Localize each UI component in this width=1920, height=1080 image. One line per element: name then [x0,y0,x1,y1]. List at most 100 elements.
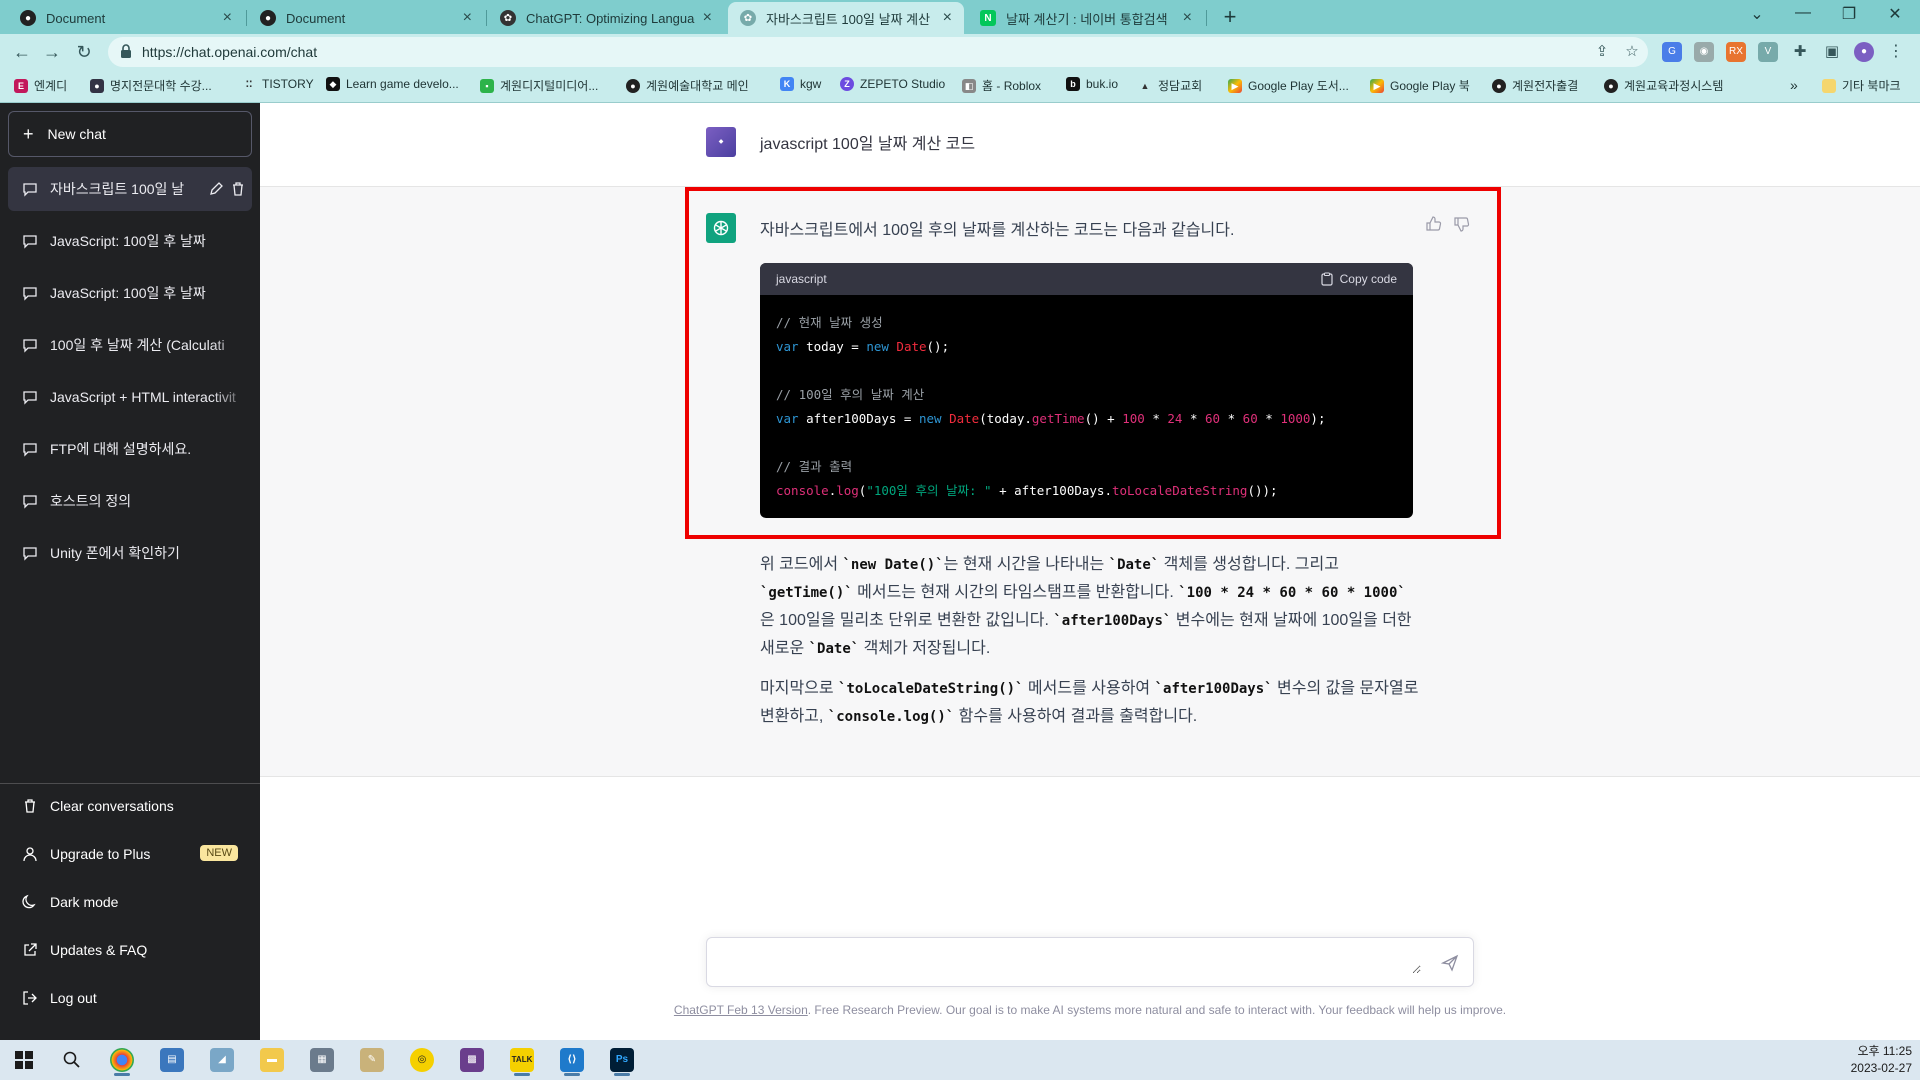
tab-search-icon[interactable]: ⌄ [1734,4,1780,24]
tab-chatgpt-optimizing[interactable]: ✿ ChatGPT: Optimizing Language × [488,2,724,34]
thumbs-down-icon[interactable] [1453,215,1471,233]
puzzle-icon[interactable]: ✚ [1790,42,1810,62]
new-badge: NEW [200,845,238,861]
close-icon[interactable]: × [943,9,952,27]
log-out-button[interactable]: Log out [8,976,252,1020]
sidebar-conversation-active[interactable]: 자바스크립트 100일 날 [8,167,252,211]
taskbar-app[interactable]: ◎ [402,1044,442,1076]
taskbar-app[interactable]: ▦ [302,1044,342,1076]
upgrade-to-plus-button[interactable]: Upgrade to Plus NEW [8,832,252,876]
sidebar-conversation[interactable]: JavaScript + HTML interactivit [8,375,252,419]
taskbar-search-button[interactable] [52,1044,92,1076]
sidebar-conversation[interactable]: 호스트의 정의 [8,479,252,523]
bookmark-item[interactable]: ▪ 계원디지털미디어... [480,77,598,94]
bookmark-icon: ▲ [1140,80,1150,91]
bookmark-item[interactable]: ● 계원전자출결 [1492,77,1578,94]
taskbar-app[interactable]: Ps [602,1044,642,1076]
version-link[interactable]: ChatGPT Feb 13 Version [674,1003,808,1017]
message-input[interactable] [721,950,1421,974]
sidebar-conversation[interactable]: FTP에 대해 설명하세요. [8,427,252,471]
minimize-button[interactable]: — [1780,4,1826,22]
close-icon[interactable]: × [703,9,712,27]
user-icon [23,847,37,862]
bookmark-icon: ● [90,78,104,93]
code-line: // 현재 날짜 생성 [776,315,883,330]
clear-conversations-button[interactable]: Clear conversations [8,784,252,828]
bookmark-item[interactable]: ● 계원교육과정시스템 [1604,77,1723,94]
tab-active-javascript[interactable]: ✿ 자바스크립트 100일 날짜 계산 × [728,2,964,34]
bookmark-item[interactable]: ● 계원예술대학교 메인 [626,77,749,94]
new-chat-button[interactable]: + New chat [8,111,252,157]
tab-naver[interactable]: N 날짜 계산기 : 네이버 통합검색 × [968,2,1204,34]
restore-button[interactable]: ❐ [1826,4,1872,24]
taskbar-app[interactable] [102,1044,142,1076]
edit-pencil-icon[interactable] [208,181,224,197]
taskbar-app[interactable]: ▤ [152,1044,192,1076]
profile-avatar[interactable]: ● [1854,42,1874,62]
bookmark-item[interactable]: ▶ Google Play 도서... [1228,77,1349,94]
back-button[interactable]: ← [10,40,34,64]
tab-document-2[interactable]: ● Document × [248,2,484,34]
sidepanel-icon[interactable]: ▣ [1822,42,1842,62]
close-icon[interactable]: × [1183,9,1192,27]
dark-mode-button[interactable]: Dark mode [8,880,252,924]
github-icon: ● [260,10,276,26]
camera-extension-icon[interactable]: ◉ [1694,42,1714,62]
v-extension-icon[interactable]: V [1758,42,1778,62]
copy-code-button[interactable]: Copy code [1320,272,1397,286]
start-button[interactable] [4,1044,44,1076]
close-window-button[interactable]: ✕ [1872,4,1918,24]
menu-kebab-icon[interactable]: ⋮ [1886,42,1906,62]
chat-main: ◆ javascript 100일 날짜 계산 코드 자바스크립트에서 100일… [260,103,1920,1040]
assistant-intro-text: 자바스크립트에서 100일 후의 날짜를 계산하는 코드는 다음과 같습니다. [760,222,1235,239]
google-play-icon: ▶ [1228,78,1242,93]
taskbar-app[interactable]: ◢ [202,1044,242,1076]
bookmark-item[interactable]: ◧ 홈 - Roblox [962,77,1041,94]
sidebar-conversation[interactable]: 100일 후 날짜 계산 (Calculati [8,323,252,367]
code-line: // 결과 출력 [776,459,853,474]
share-icon[interactable]: ⇪ [1593,43,1611,61]
close-icon[interactable]: × [463,9,472,27]
taskbar-app[interactable]: ▩ [452,1044,492,1076]
tab-strip: ● Document × ● Document × ✿ ChatGPT: Opt… [0,0,1920,34]
bookmark-item[interactable]: Z ZEPETO Studio [840,77,945,91]
app-icon: ▤ [160,1048,184,1072]
app-icon: ◢ [210,1048,234,1072]
browser-toolbar: ← → ↻ https://chat.openai.com/chat ⇪ ☆ G… [0,34,1920,70]
forward-button[interactable]: → [40,40,64,64]
bookmarks-overflow-button[interactable]: » [1790,77,1798,93]
bookmark-item[interactable]: ▲ 정담교회 [1138,77,1203,94]
translate-extension-icon[interactable]: G [1662,42,1682,62]
bookmark-item[interactable]: ▶ Google Play 북 [1370,77,1470,94]
bookmark-item[interactable]: ● 명지전문대학 수강... [90,77,212,94]
tab-document-1[interactable]: ● Document × [8,2,244,34]
sidebar-conversation[interactable]: Unity 폰에서 확인하기 [8,531,252,575]
reload-button[interactable]: ↻ [72,40,96,64]
app-icon: ▩ [460,1048,484,1072]
bookmark-item[interactable]: b buk.io [1066,77,1118,91]
app-icon: ✎ [360,1048,384,1072]
tab-separator [486,10,487,26]
sidebar-conversation[interactable]: JavaScript: 100일 후 날짜 [8,271,252,315]
rx-extension-icon[interactable]: RX [1726,42,1746,62]
thumbs-up-icon[interactable] [1425,215,1443,233]
other-bookmarks-folder[interactable]: 기타 북마크 [1822,77,1901,94]
bookmark-item[interactable]: E 엔계디 [14,77,67,94]
address-bar[interactable]: https://chat.openai.com/chat ⇪ ☆ [108,37,1648,67]
send-icon[interactable] [1441,954,1459,972]
updates-faq-link[interactable]: Updates & FAQ [8,928,252,972]
sidebar-conversation[interactable]: JavaScript: 100일 후 날짜 [8,219,252,263]
new-tab-button[interactable]: + [1216,4,1244,30]
bookmark-item[interactable]: ⁚⁚ TISTORY [242,77,314,91]
trash-icon[interactable] [230,181,246,197]
taskbar-app[interactable]: ⟨⟩ [552,1044,592,1076]
bookmark-icon: ◆ [326,77,340,91]
bookmark-item[interactable]: Kkgw [780,77,821,91]
taskbar-app[interactable]: TALK [502,1044,542,1076]
system-clock[interactable]: 오후 11:25 2023-02-27 [1851,1043,1912,1077]
taskbar-app[interactable]: ✎ [352,1044,392,1076]
close-icon[interactable]: × [223,9,232,27]
bookmark-item[interactable]: ◆ Learn game develo... [326,77,459,91]
star-icon[interactable]: ☆ [1623,43,1641,61]
taskbar-app[interactable]: ▬ [252,1044,292,1076]
